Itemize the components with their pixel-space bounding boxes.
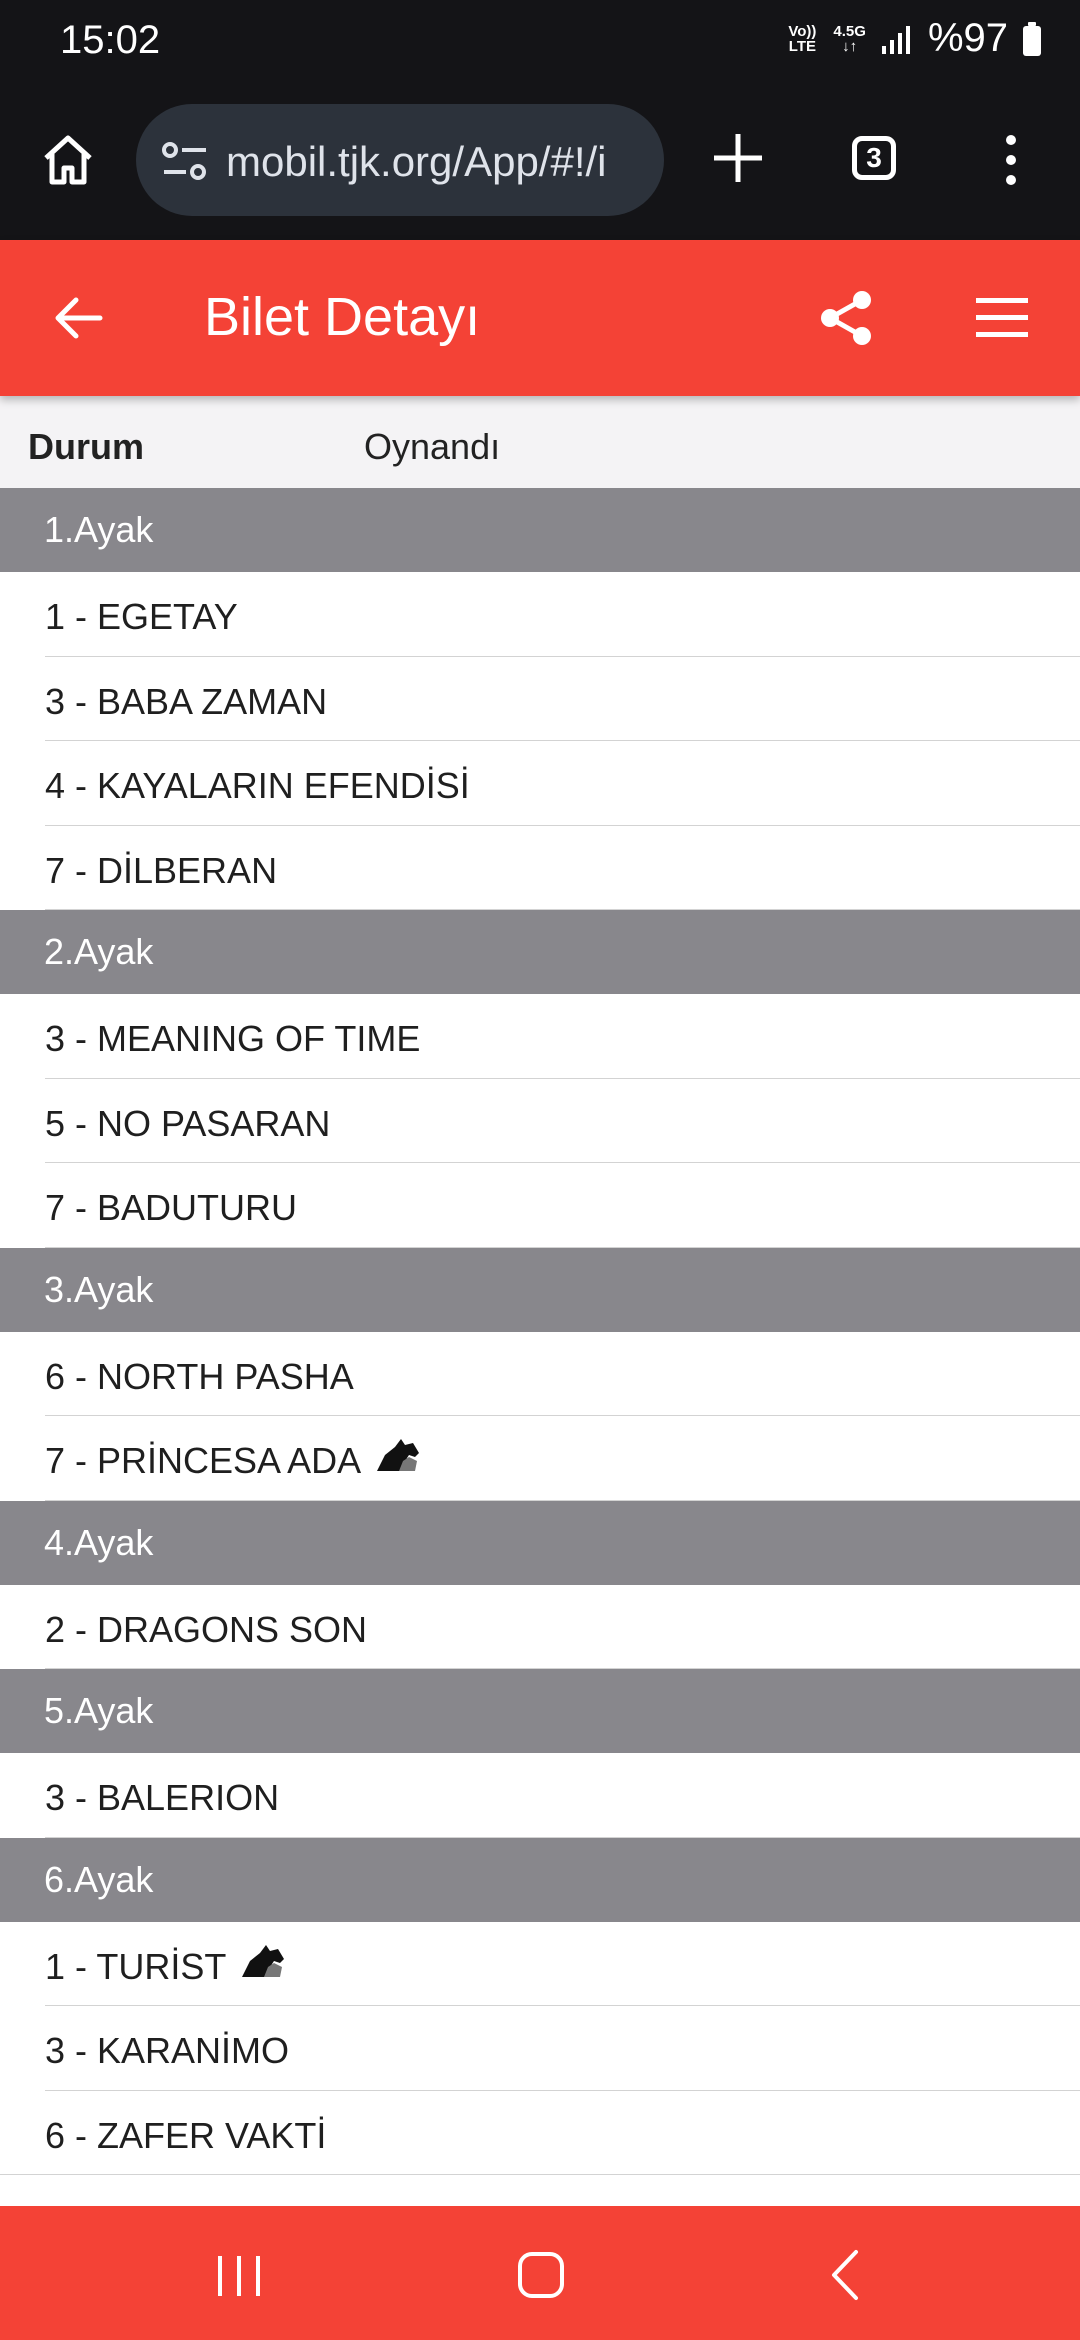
- leg-title: 3.Ayak: [44, 1268, 154, 1310]
- leg-title: 4.Ayak: [44, 1521, 154, 1563]
- app-header: Bilet Detayı: [0, 240, 1080, 396]
- ticket-legs-list: 1.Ayak 1 - EGETAY 3 - BABA ZAMAN 4 - KAYALA…: [0, 488, 1080, 2175]
- horse-name: 6 - NORTH PASHA: [45, 1355, 354, 1397]
- back-icon[interactable]: [828, 2248, 862, 2302]
- status-value: Oynandı: [364, 426, 501, 467]
- horse-label: 4 - KAYALARIN EFENDİSİ: [45, 765, 470, 807]
- horse-label: 5 - NO PASARAN: [45, 1103, 330, 1145]
- leg-header: 2.Ayak: [0, 910, 1080, 994]
- volte-text: Vo)) LTE: [788, 22, 817, 55]
- horse-name: 7 - DİLBERAN: [45, 849, 278, 891]
- horse-name: 7 - PRİNCESA ADA: [45, 1440, 362, 1481]
- battery-percent: %97: [927, 16, 1008, 60]
- status-time: 15:02: [60, 18, 161, 62]
- horse-label: 1 - EGETAY: [45, 596, 238, 638]
- menu-icon[interactable]: [974, 292, 1030, 344]
- leg-title: 5.Ayak: [44, 1690, 154, 1731]
- horse-name: 7 - BADUTURU: [45, 1187, 298, 1228]
- home-icon[interactable]: [516, 2250, 566, 2300]
- more-vert-icon[interactable]: [996, 130, 1026, 190]
- horse-label: 2 - DRAGONS SON: [45, 1609, 367, 1651]
- horse-name: 1 - EGETAY: [45, 596, 238, 637]
- page-title: Bilet Detayı: [204, 287, 481, 347]
- horse-label: 3 - BALERION: [45, 1777, 279, 1819]
- horse-label: 6 - NORTH PASHA: [45, 1356, 354, 1398]
- horse-label: 3 - BABA ZAMAN: [45, 681, 327, 723]
- horse-name: 1 - TURİST: [45, 1945, 227, 1987]
- horse-label: 7 - BADUTURU: [45, 1187, 297, 1229]
- horse-name: 5 - NO PASARAN: [45, 1102, 331, 1144]
- leg-header: 5.Ayak: [0, 1669, 1080, 1753]
- horse-name: 3 - BALERION: [45, 1777, 280, 1818]
- volte-label: Vo)) LTE: [785, 24, 819, 54]
- horse-head-icon: [377, 1439, 420, 1472]
- horse-label: 3 - MEANING OF TIME: [45, 1018, 420, 1060]
- horse-row: 1 - TURİST: [0, 1921, 1080, 2006]
- leg-title: 6.Ayak: [44, 1858, 154, 1900]
- horse-row: 1 - EGETAY: [0, 572, 1080, 657]
- horse-name: 3 - BABA ZAMAN: [45, 680, 328, 722]
- row-divider: [45, 1668, 1080, 1669]
- home-icon[interactable]: [38, 130, 98, 190]
- status-indicators: Vo)) LTE 4.5G ↓↑ %97: [785, 16, 1042, 61]
- horse-label: 7 - DİLBERAN: [45, 850, 277, 892]
- row-divider: [45, 909, 1080, 910]
- horse-row: 4 - KAYALARIN EFENDİSİ: [0, 741, 1080, 826]
- horse-row: 6 - ZAFER VAKTİ: [0, 2090, 1080, 2175]
- status-label: Durum: [28, 426, 144, 467]
- row-divider: [45, 1499, 1080, 1501]
- row-divider: [45, 1836, 1080, 1838]
- horse-row: 5 - NO PASARAN: [0, 1078, 1080, 1163]
- leg-header: 4.Ayak: [0, 1500, 1080, 1585]
- browser-toolbar: mobil.tjk.org/App/#!/i 3: [0, 86, 1080, 240]
- status-bar: 15:02 Vo)) LTE 4.5G ↓↑ %97: [0, 0, 1080, 86]
- horse-label: 3 - KARANİMO: [45, 2030, 289, 2072]
- row-divider: [0, 2174, 1080, 2175]
- horse-row: 3 - KARANİMO: [0, 2006, 1080, 2091]
- leg-header: 1.Ayak: [0, 488, 1080, 572]
- horse-label: 1 - TURİST: [45, 1944, 286, 1988]
- tabs-button[interactable]: 3: [852, 136, 896, 180]
- share-icon[interactable]: [816, 288, 876, 348]
- battery-icon: [1023, 21, 1041, 56]
- leg-title: 1.Ayak: [44, 509, 154, 550]
- horse-label: 6 - ZAFER VAKTİ: [45, 2115, 326, 2157]
- horse-label: 7 - PRİNCESA ADA: [45, 1439, 421, 1482]
- horse-row: 3 - BALERION: [0, 1753, 1080, 1838]
- arrow-back-icon[interactable]: [50, 290, 106, 346]
- plus-icon[interactable]: [710, 130, 766, 186]
- horse-row: 7 - DİLBERAN: [0, 825, 1080, 910]
- horse-head-icon: [242, 1944, 285, 1977]
- status-row: Durum Oynandı: [0, 396, 1080, 488]
- recents-icon[interactable]: [214, 2254, 264, 2298]
- horse-row: 7 - PRİNCESA ADA: [0, 1416, 1080, 1501]
- url-bar[interactable]: mobil.tjk.org/App/#!/i: [136, 104, 664, 216]
- row-divider: [45, 1246, 1080, 1248]
- network-label: 4.5G ↓↑: [833, 24, 866, 54]
- horse-name: 4 - KAYALARIN EFENDİSİ: [45, 765, 470, 806]
- horse-name: 3 - KARANİMO: [45, 2030, 290, 2071]
- leg-title: 2.Ayak: [44, 931, 154, 972]
- tune-icon[interactable]: [160, 138, 210, 184]
- system-nav-bar: [0, 2206, 1080, 2340]
- leg-header: 6.Ayak: [0, 1837, 1080, 1922]
- data-arrows-icon: ↓↑: [842, 37, 858, 55]
- tab-count: 3: [866, 142, 882, 173]
- horse-name: 6 - ZAFER VAKTİ: [45, 2114, 327, 2156]
- url-text[interactable]: mobil.tjk.org/App/#!/i: [226, 138, 656, 186]
- horse-row: 6 - NORTH PASHA: [0, 1331, 1080, 1416]
- signal-icon: [881, 25, 910, 54]
- horse-row: 7 - BADUTURU: [0, 1163, 1080, 1248]
- horse-name: 2 - DRAGONS SON: [45, 1608, 368, 1650]
- horse-row: 3 - MEANING OF TIME: [0, 994, 1080, 1079]
- horse-row: 2 - DRAGONS SON: [0, 1584, 1080, 1669]
- horse-name: 3 - MEANING OF TIME: [45, 1018, 421, 1059]
- horse-row: 3 - BABA ZAMAN: [0, 656, 1080, 741]
- leg-header: 3.Ayak: [0, 1247, 1080, 1332]
